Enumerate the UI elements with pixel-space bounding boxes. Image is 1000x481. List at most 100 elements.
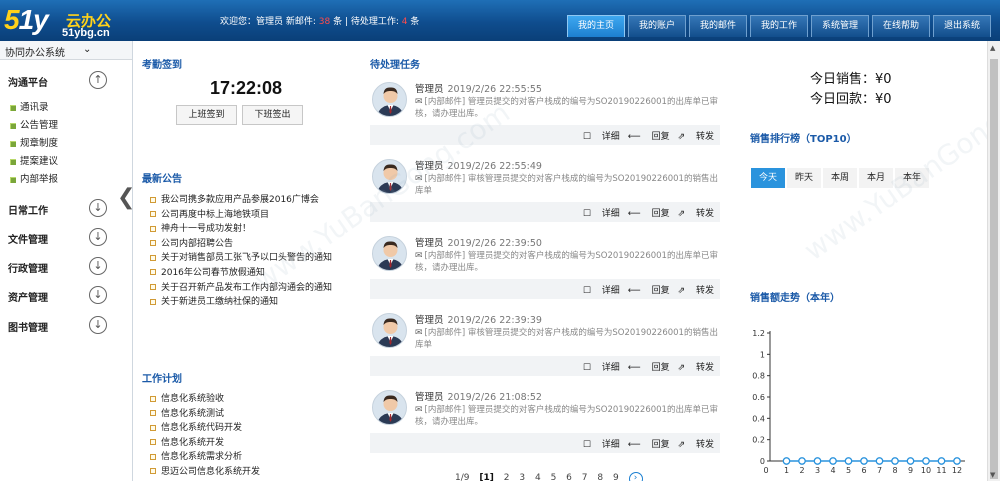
list-item[interactable]: 关于对销售部员工张飞予以口头警告的通知: [150, 250, 332, 265]
detail-button[interactable]: ☐ 详细: [583, 286, 620, 296]
detail-button[interactable]: ☐ 详细: [583, 209, 620, 219]
task-body[interactable]: ✉ [内部邮件] 审核管理员提交的对客户栈成的编号为SO20190226001的销…: [415, 173, 720, 197]
tab-work[interactable]: 我的工作: [750, 15, 808, 37]
list-item[interactable]: 思迈公司信息化系统开发: [150, 464, 260, 479]
detail-button[interactable]: ☐ 详细: [583, 132, 620, 142]
page-link[interactable]: 2: [504, 473, 510, 481]
tab-this-year[interactable]: 本年: [895, 168, 929, 188]
tab-today[interactable]: 今天: [751, 168, 785, 188]
sidebar-item-rules[interactable]: 规章制度: [10, 135, 58, 149]
reply-button[interactable]: ⟵ 回复: [628, 440, 670, 450]
task-body[interactable]: ✉ [内部邮件] 审核管理员提交的对客户栈成的编号为SO20190226001的销…: [415, 327, 720, 351]
data-point[interactable]: [860, 457, 868, 465]
list-item[interactable]: 信息化系统代码开发: [150, 420, 260, 435]
list-item[interactable]: 2016年公司春节放假通知: [150, 265, 332, 280]
tab-account[interactable]: 我的账户: [628, 15, 686, 37]
forward-button[interactable]: ⇗ 转发: [678, 132, 714, 142]
checkout-button[interactable]: 下班签出: [242, 105, 303, 125]
task-body[interactable]: ✉ [内部邮件] 管理员提交的对客户栈成的编号为SO20190226001的出库单…: [415, 250, 720, 274]
bullet-icon: [150, 453, 156, 460]
arrow-down-icon[interactable]: ↓: [89, 316, 107, 334]
list-item[interactable]: 信息化系统测试: [150, 406, 260, 421]
list-item[interactable]: 信息化系统开发: [150, 435, 260, 450]
tab-home[interactable]: 我的主页: [567, 15, 625, 37]
tab-mail[interactable]: 我的邮件: [689, 15, 747, 37]
data-point[interactable]: [906, 457, 915, 465]
task-body[interactable]: ✉ [内部邮件] 管理员提交的对客户栈成的编号为SO20190226001的出库单…: [415, 404, 720, 428]
page-link[interactable]: 8: [597, 473, 603, 481]
task-meta: 管理员 2019/2/26 22:55:49: [415, 158, 542, 172]
tab-this-week[interactable]: 本周: [823, 168, 857, 188]
y-tick-label: 0.2: [752, 436, 765, 445]
data-point[interactable]: [937, 457, 946, 465]
reply-button[interactable]: ⟵ 回复: [628, 209, 670, 219]
tab-yesterday[interactable]: 昨天: [787, 168, 821, 188]
announcements-title: 最新公告: [142, 174, 182, 185]
list-item[interactable]: 信息化系统需求分析: [150, 449, 260, 464]
arrow-down-icon[interactable]: ↓: [89, 199, 107, 217]
sidebar-group-daily-work[interactable]: 日常工作: [8, 202, 48, 217]
arrow-down-icon[interactable]: ↓: [89, 257, 107, 275]
sidebar-group-files[interactable]: 文件管理: [8, 231, 48, 246]
scroll-down-icon[interactable]: ▼: [990, 471, 995, 479]
tab-this-month[interactable]: 本月: [859, 168, 893, 188]
data-point[interactable]: [953, 457, 961, 465]
reply-button[interactable]: ⟵ 回复: [628, 286, 670, 296]
sidebar-group-books[interactable]: 图书管理: [8, 319, 48, 334]
list-item[interactable]: 关于新进员工缴纳社保的通知: [150, 294, 332, 309]
page-link[interactable]: 9: [613, 473, 619, 481]
reply-button[interactable]: ⟵ 回复: [628, 132, 670, 142]
data-point[interactable]: [844, 457, 853, 465]
detail-button[interactable]: ☐ 详细: [583, 363, 620, 373]
sidebar-item-announcements[interactable]: 公告管理: [10, 117, 58, 131]
page-link[interactable]: 6: [566, 473, 572, 481]
page-link[interactable]: 7: [582, 473, 588, 481]
page-link[interactable]: 4: [535, 473, 541, 481]
page-link[interactable]: 3: [519, 473, 525, 481]
task-body[interactable]: ✉ [内部邮件] 管理员提交的对客户栈成的编号为SO20190226001的出库单…: [415, 96, 720, 120]
list-item[interactable]: 公司再度中标上海地铁项目: [150, 207, 332, 222]
forward-button[interactable]: ⇗ 转发: [678, 286, 714, 296]
checkin-button[interactable]: 上班签到: [176, 105, 237, 125]
reply-button[interactable]: ⟵ 回复: [628, 363, 670, 373]
sidebar-item-proposals[interactable]: 提案建议: [10, 153, 58, 167]
page-scrollbar[interactable]: ▲ ▼: [987, 41, 1000, 481]
scroll-thumb[interactable]: [990, 59, 998, 479]
data-point[interactable]: [782, 457, 791, 465]
page-link[interactable]: 5: [551, 473, 557, 481]
data-point[interactable]: [922, 457, 930, 465]
list-item[interactable]: 公司内部招聘公告: [150, 236, 332, 251]
forward-button[interactable]: ⇗ 转发: [678, 363, 714, 373]
data-point[interactable]: [813, 457, 822, 465]
sidebar-group-communication[interactable]: 沟通平台: [8, 74, 48, 89]
system-select[interactable]: 协同办公系统 ⌄: [0, 41, 132, 60]
data-point[interactable]: [798, 457, 806, 465]
page-current[interactable]: [1]: [479, 473, 494, 481]
task-user: 管理员: [415, 161, 444, 172]
collapse-sidebar-icon[interactable]: ❮: [117, 187, 135, 209]
data-point[interactable]: [891, 457, 899, 465]
sidebar-group-assets[interactable]: 资产管理: [8, 289, 48, 304]
sidebar-item-contacts[interactable]: 通讯录: [10, 99, 49, 113]
list-item[interactable]: 信息化系统验收: [150, 391, 260, 406]
scroll-up-icon[interactable]: ▲: [990, 44, 995, 52]
next-page-icon[interactable]: ›: [628, 472, 643, 481]
list-item[interactable]: 神舟十一号成功发射！: [150, 221, 332, 236]
arrow-down-icon[interactable]: ↓: [89, 286, 107, 304]
new-mail-count[interactable]: 38: [319, 17, 330, 27]
forward-button[interactable]: ⇗ 转发: [678, 209, 714, 219]
tab-logout[interactable]: 退出系统: [933, 15, 991, 37]
sidebar-item-report[interactable]: 内部举报: [10, 171, 58, 185]
sidebar-group-admin[interactable]: 行政管理: [8, 260, 48, 275]
detail-button[interactable]: ☐ 详细: [583, 440, 620, 450]
tab-system-admin[interactable]: 系统管理: [811, 15, 869, 37]
arrow-down-icon[interactable]: ↓: [89, 228, 107, 246]
data-point[interactable]: [829, 457, 837, 465]
data-point[interactable]: [875, 457, 884, 465]
arrow-up-icon[interactable]: ↑: [89, 71, 107, 89]
list-item[interactable]: 关于召开新产品发布工作内部沟通会的通知: [150, 280, 332, 295]
task-time: 2019/2/26 22:55:49: [447, 161, 542, 172]
tab-help[interactable]: 在线帮助: [872, 15, 930, 37]
list-item[interactable]: 我公司携多款应用产品参展2016广博会: [150, 192, 332, 207]
forward-button[interactable]: ⇗ 转发: [678, 440, 714, 450]
